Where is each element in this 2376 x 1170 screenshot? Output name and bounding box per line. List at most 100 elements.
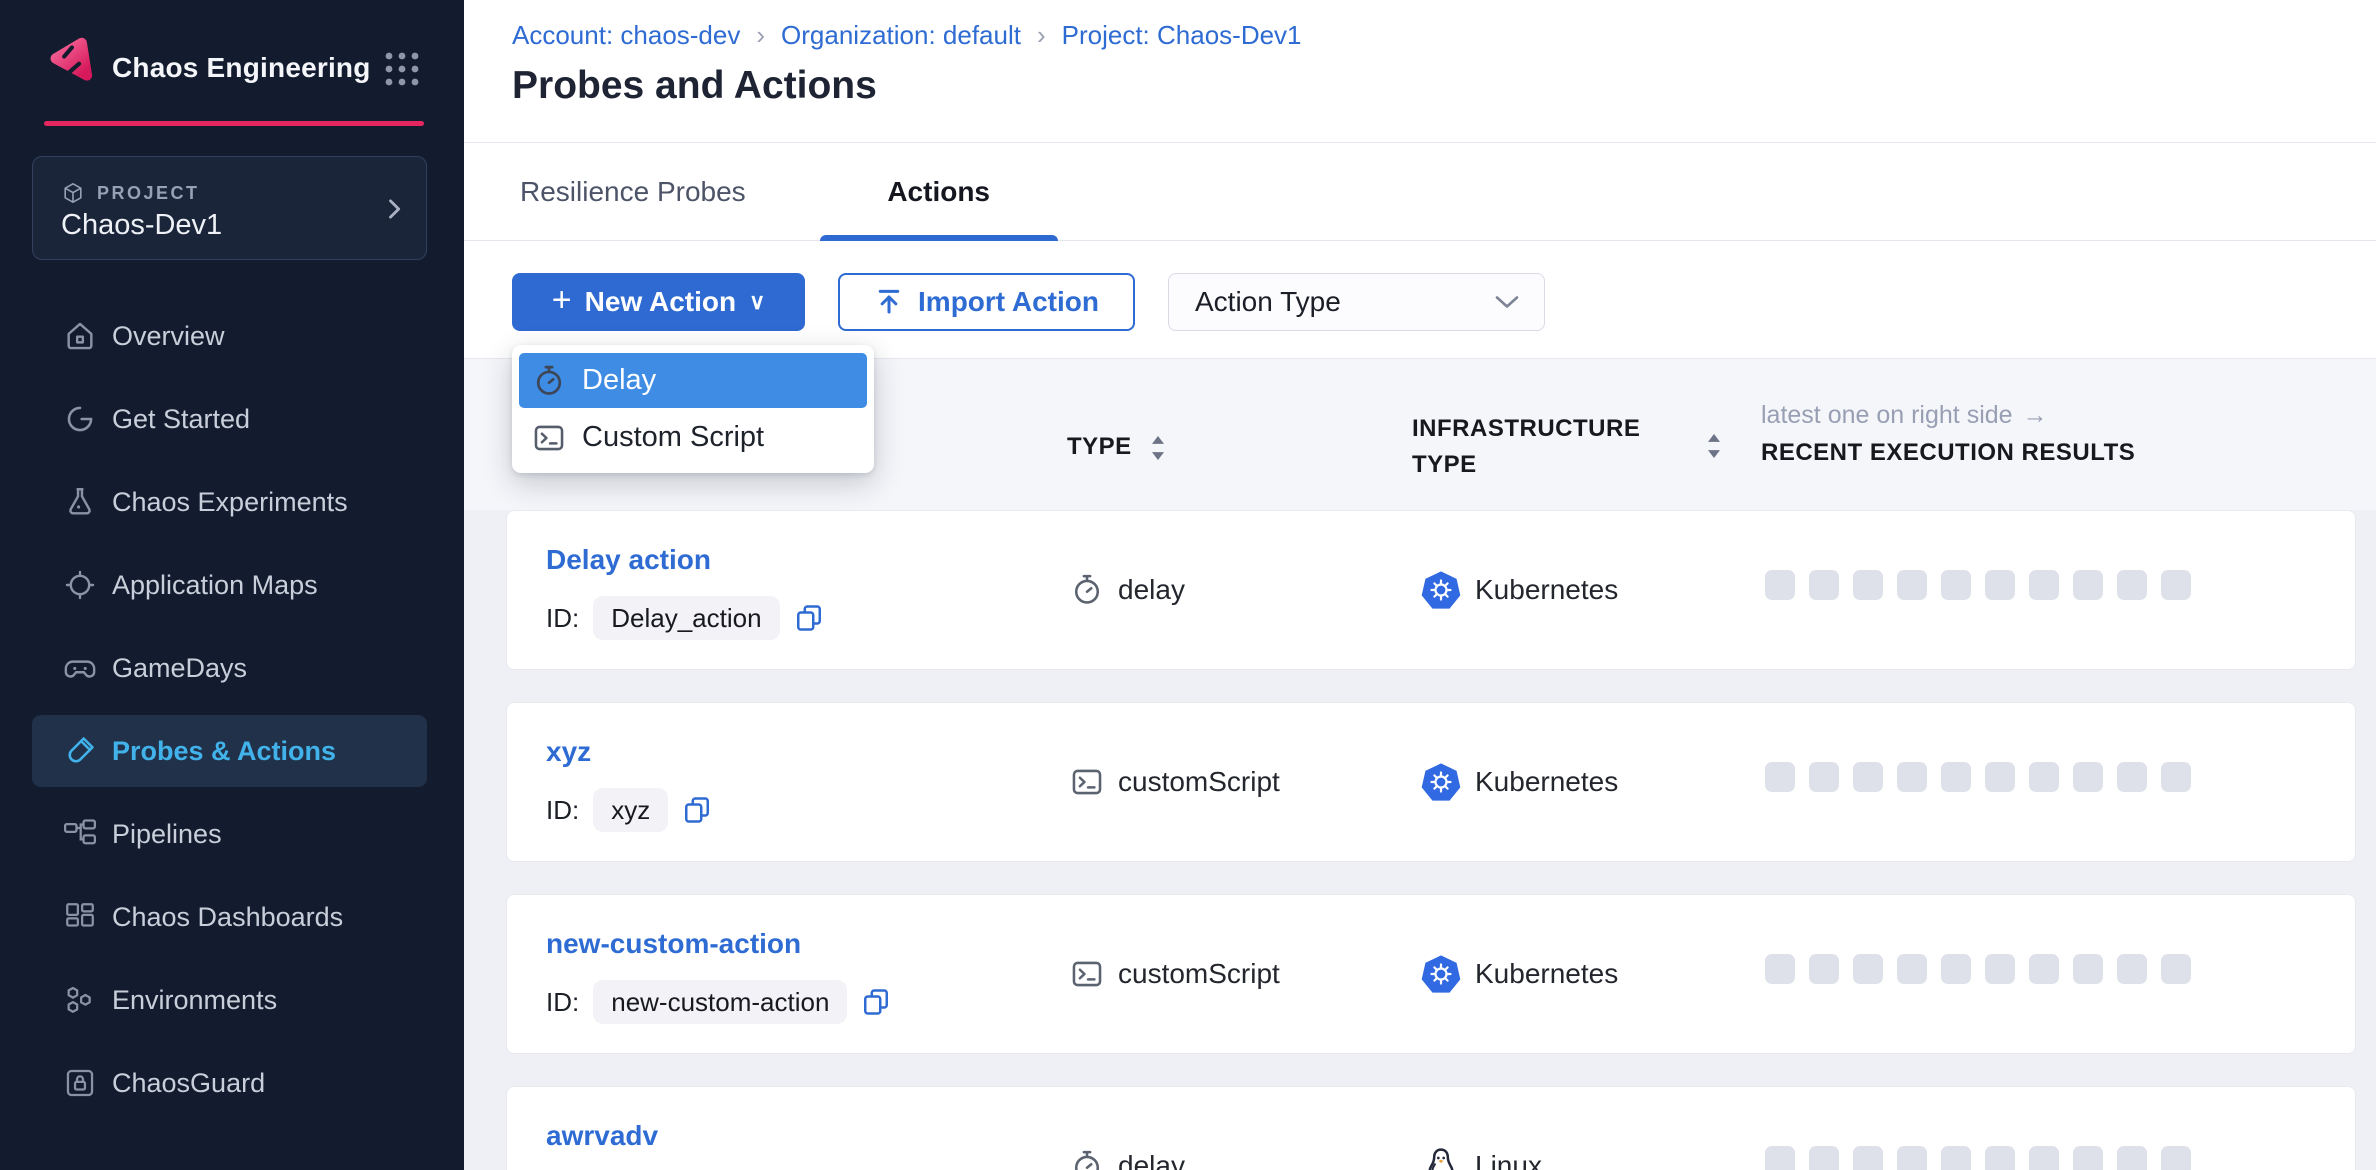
action-name-link[interactable]: Delay action: [546, 544, 711, 576]
sidebar-item-chaosguard[interactable]: ChaosGuard: [32, 1047, 427, 1119]
execution-result-placeholder: [2073, 570, 2103, 600]
recent-execution-results: [1765, 1146, 2355, 1170]
action-name-link[interactable]: xyz: [546, 736, 591, 768]
execution-result-placeholder: [2161, 570, 2191, 600]
execution-result-placeholder: [2073, 954, 2103, 984]
execution-result-placeholder: [2117, 1146, 2147, 1170]
sidebar-item-overview[interactable]: Overview: [32, 300, 427, 372]
action-row-awrvadv: awrvadv delay Linux: [506, 1086, 2356, 1170]
get-started-icon: [63, 402, 97, 436]
tab-actions[interactable]: Actions: [820, 143, 1058, 241]
brand-accent-divider: [44, 121, 424, 126]
execution-result-placeholder: [1765, 762, 1795, 792]
breadcrumb: Account: chaos-dev › Organization: defau…: [512, 20, 1302, 51]
sidebar-nav: Overview Get Started Chaos Experiments: [0, 300, 464, 1130]
home-icon: [63, 319, 97, 353]
execution-result-placeholder: [2117, 762, 2147, 792]
terminal-icon: [532, 421, 566, 455]
execution-result-placeholder: [1765, 1146, 1795, 1170]
hexagons-icon: [63, 983, 97, 1017]
project-cube-icon: [61, 181, 85, 205]
action-id-line: ID: Delay_action: [546, 596, 824, 640]
chevron-down-icon: [1494, 294, 1520, 310]
terminal-icon: [1070, 957, 1104, 991]
execution-result-placeholder: [2117, 570, 2147, 600]
execution-result-placeholder: [1809, 570, 1839, 600]
menu-item-delay[interactable]: Delay: [519, 353, 867, 408]
breadcrumb-account-link[interactable]: Account: chaos-dev: [512, 20, 740, 51]
execution-result-placeholder: [1941, 1146, 1971, 1170]
app-title: Chaos Engineering: [112, 52, 371, 84]
app-root: Chaos Engineering PROJECT Chaos-Dev1: [0, 0, 2376, 1170]
action-name-link[interactable]: new-custom-action: [546, 928, 801, 960]
execution-result-placeholder: [2161, 762, 2191, 792]
execution-result-placeholder: [2073, 762, 2103, 792]
execution-result-placeholder: [1853, 762, 1883, 792]
module-grid-icon[interactable]: [384, 51, 420, 87]
column-header-type: TYPE: [1067, 433, 1132, 461]
infrastructure-cell: Kubernetes: [1421, 956, 1765, 992]
execution-result-placeholder: [2029, 570, 2059, 600]
actions-table-body: Delay action ID: Delay_action delay: [464, 510, 2376, 1170]
sort-icon[interactable]: [1148, 433, 1168, 463]
flask-icon: [63, 485, 97, 519]
action-row-xyz: xyz ID: xyz customScript: [506, 702, 2356, 862]
action-type-select[interactable]: Action Type: [1168, 273, 1545, 331]
breadcrumb-project-link[interactable]: Project: Chaos-Dev1: [1062, 20, 1302, 51]
action-id-pill: xyz: [593, 788, 668, 832]
import-icon: [874, 287, 904, 317]
copy-icon[interactable]: [861, 987, 891, 1017]
main-content: Account: chaos-dev › Organization: defau…: [464, 0, 2376, 1170]
recent-execution-results: [1765, 570, 2355, 600]
sort-icon[interactable]: [1704, 431, 1724, 461]
execution-result-placeholder: [1897, 762, 1927, 792]
action-id-line: ID: xyz: [546, 788, 712, 832]
execution-result-placeholder: [1897, 954, 1927, 984]
sidebar-item-environments[interactable]: Environments: [32, 964, 427, 1036]
execution-result-placeholder: [2029, 1146, 2059, 1170]
execution-result-placeholder: [1941, 954, 1971, 984]
chevron-right-icon: [380, 195, 408, 223]
linux-icon: [1421, 1146, 1461, 1170]
column-header-results-group: latest one on right side → RECENT EXECUT…: [1761, 401, 2135, 467]
sidebar-item-get-started[interactable]: Get Started: [32, 383, 427, 455]
project-name: Chaos-Dev1: [61, 209, 222, 242]
sidebar-item-gamedays[interactable]: GameDays: [32, 632, 427, 704]
chaos-engineering-logo-icon: [44, 36, 96, 94]
sidebar-item-chaos-experiments[interactable]: Chaos Experiments: [32, 466, 427, 538]
execution-result-placeholder: [1853, 1146, 1883, 1170]
sidebar-item-probes-actions[interactable]: Probes & Actions: [32, 715, 427, 787]
sidebar-item-pipelines[interactable]: Pipelines: [32, 798, 427, 870]
execution-result-placeholder: [2161, 954, 2191, 984]
sidebar-item-chaos-dashboards[interactable]: Chaos Dashboards: [32, 881, 427, 953]
action-name-link[interactable]: awrvadv: [546, 1120, 658, 1152]
sidebar-item-application-maps[interactable]: Application Maps: [32, 549, 427, 621]
execution-result-placeholder: [1765, 954, 1795, 984]
execution-result-placeholder: [1985, 1146, 2015, 1170]
project-selector[interactable]: PROJECT Chaos-Dev1: [32, 156, 427, 260]
execution-result-placeholder: [1985, 762, 2015, 792]
menu-item-custom-script[interactable]: Custom Script: [519, 410, 867, 465]
execution-result-placeholder: [1809, 762, 1839, 792]
pipelines-icon: [63, 817, 97, 851]
execution-result-placeholder: [1941, 762, 1971, 792]
import-action-button[interactable]: Import Action: [838, 273, 1135, 331]
kubernetes-icon: [1421, 570, 1461, 610]
breadcrumb-organization-link[interactable]: Organization: default: [781, 20, 1021, 51]
copy-icon[interactable]: [682, 795, 712, 825]
execution-result-placeholder: [2029, 762, 2059, 792]
lock-icon: [63, 1066, 97, 1100]
copy-icon[interactable]: [794, 603, 824, 633]
breadcrumb-separator: ›: [756, 20, 765, 51]
column-header-recent-execution-results: RECENT EXECUTION RESULTS: [1761, 439, 2135, 467]
action-id-pill: new-custom-action: [593, 980, 847, 1024]
execution-result-placeholder: [1897, 570, 1927, 600]
infrastructure-cell: Linux: [1421, 1148, 1765, 1170]
execution-result-placeholder: [1809, 954, 1839, 984]
recent-execution-results: [1765, 762, 2355, 792]
gamepad-icon: [63, 651, 97, 685]
tab-resilience-probes[interactable]: Resilience Probes: [520, 143, 746, 241]
sidebar: Chaos Engineering PROJECT Chaos-Dev1: [0, 0, 464, 1170]
breadcrumb-separator: ›: [1037, 20, 1046, 51]
new-action-button[interactable]: + New Action ∨: [512, 273, 805, 331]
